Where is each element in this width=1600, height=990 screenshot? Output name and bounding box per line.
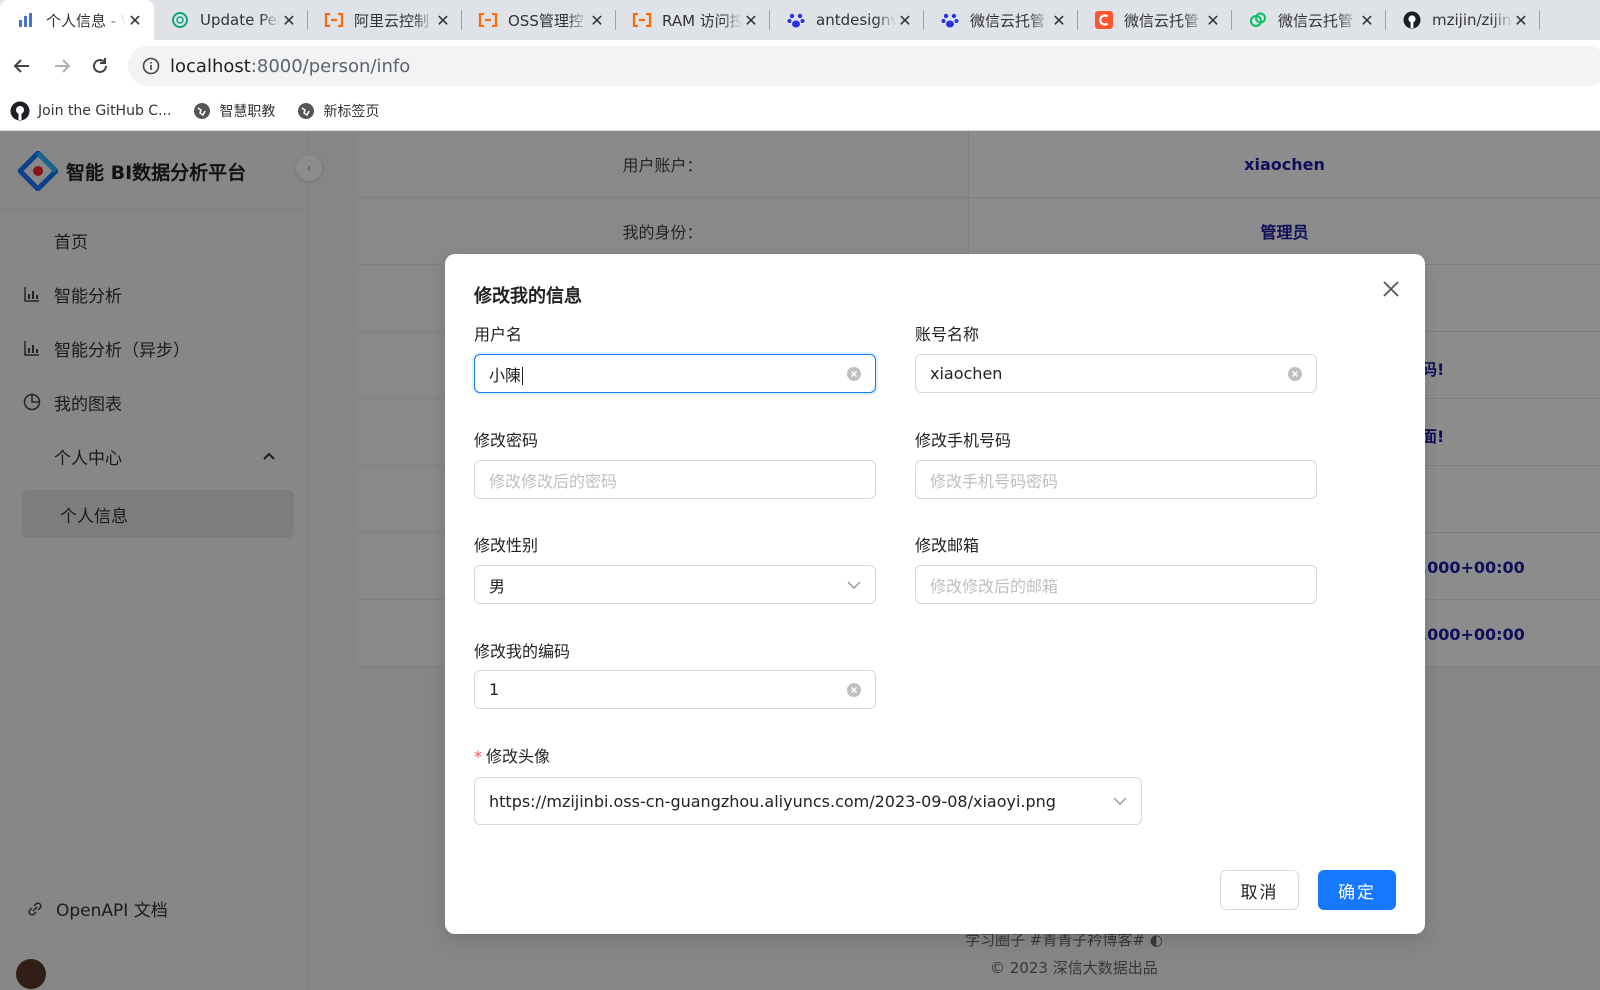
arrow-left-icon [13,59,29,73]
address-bar[interactable]: localhost:8000/person/info [128,46,1600,86]
tab-close-icon[interactable]: ✕ [1512,11,1530,30]
bar-chart-icon [16,10,36,30]
globe-icon [297,102,315,120]
browser-tab-9[interactable]: mzijin/zijin ✕ [1386,0,1540,40]
tab-close-icon[interactable]: ✕ [280,11,298,30]
code-input[interactable]: 1 [474,670,876,709]
openai-icon [170,10,190,30]
globe-icon [193,102,211,120]
clear-icon[interactable] [847,366,861,381]
code-label: 修改我的编码 [474,642,571,661]
gender-select[interactable]: 男 [474,565,876,604]
password-input[interactable]: 修改修改后的密码 [474,460,876,499]
aliyun-icon [632,10,652,30]
edit-info-modal: 修改我的信息 用户名 小陳 账号名称 xiaochen 修改密码 修改修改后的密… [445,254,1425,934]
browser-tab-2[interactable]: 阿里云控制 ✕ [308,0,462,40]
reload-button[interactable] [80,46,120,86]
browser-tab-0[interactable]: 个人信息 - W ✕ [0,0,154,40]
email-input[interactable]: 修改修改后的邮箱 [915,565,1317,604]
github-icon [10,101,30,121]
aliyun-icon [478,10,498,30]
github-icon [1402,10,1422,30]
back-button[interactable] [2,46,42,86]
browser-tab-5[interactable]: antdesignv ✕ [770,0,924,40]
cancel-button[interactable]: 取消 [1220,870,1299,910]
chevron-down-icon [847,580,861,590]
password-label: 修改密码 [474,431,539,450]
modal-close-button[interactable] [1378,276,1404,302]
tab-close-icon[interactable]: ✕ [588,11,606,30]
aliyun-icon [324,10,344,30]
email-label: 修改邮箱 [915,536,980,555]
clear-icon[interactable] [847,682,861,697]
gender-label: 修改性别 [474,536,539,555]
bookmark-github[interactable]: Join the GitHub C... [10,101,171,121]
bookmark-newtab[interactable]: 新标签页 [297,101,379,121]
url-host: localhost [170,55,251,77]
phone-input[interactable]: 修改手机号码密码 [915,460,1317,499]
browser-toolbar: localhost:8000/person/info [0,40,1600,91]
modal-title: 修改我的信息 [474,286,582,307]
forward-button[interactable] [42,46,82,86]
close-icon [1383,281,1399,297]
tab-close-icon[interactable]: ✕ [896,11,914,30]
avatar-select[interactable]: https://mzijinbi.oss-cn-guangzhou.aliyun… [474,777,1142,825]
browser-tab-3[interactable]: OSS管理控 ✕ [462,0,616,40]
account-label: 账号名称 [915,325,980,344]
avatar-label: * 修改头像 [474,747,551,766]
reload-icon [93,58,107,73]
baidu-paw-icon [940,10,960,30]
tab-close-icon[interactable]: ✕ [1050,11,1068,30]
browser-tab-8[interactable]: 微信云托管 ✕ [1232,0,1386,40]
tab-close-icon[interactable]: ✕ [1358,11,1376,30]
bookmark-zhjz[interactable]: 智慧职教 [193,101,275,121]
browser-tab-4[interactable]: RAM 访问控 ✕ [616,0,770,40]
username-input[interactable]: 小陳 [474,354,876,393]
browser-tab-1[interactable]: Update Per ✕ [154,0,308,40]
tab-close-icon[interactable]: ✕ [434,11,452,30]
tab-close-icon[interactable]: ✕ [126,11,144,30]
clear-icon[interactable] [1288,366,1302,381]
ok-button[interactable]: 确定 [1318,870,1396,910]
tab-close-icon[interactable]: ✕ [1204,11,1222,30]
csdn-icon [1094,10,1114,30]
browser-tab-7[interactable]: 微信云托管 ✕ [1078,0,1232,40]
url-path: :8000/person/info [250,55,411,77]
chevron-down-icon [1113,796,1127,806]
tab-close-icon[interactable]: ✕ [742,11,760,30]
phone-label: 修改手机号码 [915,431,1012,450]
arrow-right-icon [55,59,71,73]
baidu-paw-icon [786,10,806,30]
account-input[interactable]: xiaochen [915,354,1317,393]
browser-tab-6[interactable]: 微信云托管 ✕ [924,0,1078,40]
info-icon[interactable] [142,57,160,75]
username-label: 用户名 [474,325,523,344]
browser-tab-strip: 个人信息 - W ✕ Update Per ✕ 阿里云控制 ✕ OSS管理控 ✕… [0,0,1600,40]
bookmarks-bar: Join the GitHub C... 智慧职教 新标签页 [0,91,1600,131]
wechat-cloud-icon [1248,10,1268,30]
